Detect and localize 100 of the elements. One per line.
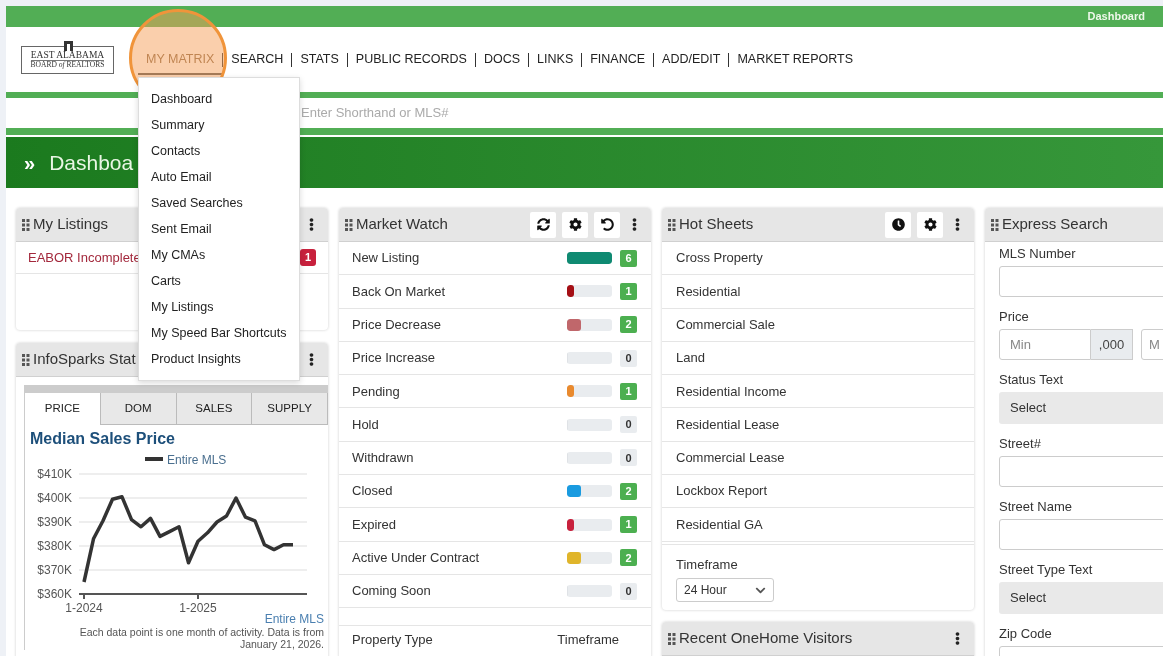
page-title: Dashboa bbox=[49, 149, 134, 176]
chart-legend: Entire MLS bbox=[145, 452, 227, 467]
market-watch-row[interactable]: Back On Market 1 bbox=[339, 275, 651, 309]
panel-title: InfoSparks Stat bbox=[33, 349, 136, 370]
market-watch-row[interactable]: Withdrawn 0 bbox=[339, 441, 651, 476]
menu-item[interactable]: Dashboard bbox=[139, 86, 299, 112]
menu-item[interactable]: Product Insights bbox=[139, 346, 299, 372]
timeframe-label: Timeframe bbox=[676, 555, 739, 574]
count-badge: 6 bbox=[620, 249, 637, 267]
menu-item[interactable]: Summary bbox=[139, 112, 299, 138]
drag-handle-icon[interactable] bbox=[22, 218, 30, 231]
market-watch-row[interactable]: Hold 0 bbox=[339, 408, 651, 442]
nav-link[interactable]: ADD/EDIT bbox=[654, 50, 729, 69]
hot-sheet-link[interactable]: Residential Lease bbox=[662, 408, 974, 442]
field-label: Street Type Text bbox=[999, 562, 1094, 578]
market-watch-row[interactable]: Coming Soon 0 bbox=[339, 574, 651, 609]
building-icon bbox=[64, 40, 73, 51]
y-axis-label: $380K bbox=[37, 539, 72, 553]
nav-link[interactable]: FINANCE bbox=[582, 50, 654, 69]
field-label: Street# bbox=[999, 436, 1042, 452]
field-label: Zip Code bbox=[999, 626, 1053, 642]
filter-label: Property Type bbox=[352, 631, 433, 650]
thousands-addon: ,000 bbox=[1091, 329, 1133, 360]
count-badge: 2 bbox=[620, 482, 637, 500]
market-watch-row[interactable]: Expired 1 bbox=[339, 508, 651, 542]
y-axis-label: $410K bbox=[37, 467, 72, 481]
settings-icon[interactable] bbox=[562, 211, 588, 238]
hot-sheet-link[interactable]: Lockbox Report bbox=[662, 475, 974, 509]
select-dropdown[interactable]: Select bbox=[999, 582, 1163, 614]
hot-sheet-link[interactable]: Commercial Sale bbox=[662, 308, 974, 342]
filter-label: Timeframe bbox=[557, 631, 619, 650]
market-watch-row[interactable]: Price Increase 0 bbox=[339, 341, 651, 376]
nav-link[interactable]: MARKET REPORTS bbox=[729, 50, 861, 69]
y-axis-label: $390K bbox=[37, 515, 72, 529]
market-watch-row[interactable]: New Listing 6 bbox=[339, 242, 651, 276]
panel-title: Hot Sheets bbox=[679, 214, 754, 235]
chart-note: Each data point is one month of activity. Data is from January 21, 2026. bbox=[78, 626, 325, 650]
nav-link[interactable]: STATS bbox=[292, 50, 347, 69]
menu-item[interactable]: My Listings bbox=[139, 294, 299, 320]
panel-title: Recent OneHome Visitors bbox=[679, 628, 853, 649]
hot-sheet-link[interactable]: Residential Income bbox=[662, 375, 974, 409]
drag-handle-icon[interactable] bbox=[22, 353, 30, 366]
count-badge: 0 bbox=[620, 349, 637, 367]
timeframe-select[interactable]: 24 Hour bbox=[676, 578, 774, 603]
nav-link[interactable]: PUBLIC RECORDS bbox=[347, 50, 475, 69]
count-badge: 0 bbox=[620, 449, 637, 467]
count-badge: 2 bbox=[620, 316, 637, 334]
y-axis-label: $360K bbox=[37, 587, 72, 601]
hot-sheet-link[interactable]: Commercial Lease bbox=[662, 441, 974, 476]
count-badge: 1 bbox=[620, 282, 637, 300]
field-label: MLS Number bbox=[999, 246, 1077, 262]
market-watch-row[interactable]: Price Decrease 2 bbox=[339, 308, 651, 342]
count-badge: 0 bbox=[620, 416, 637, 434]
drag-handle-icon[interactable] bbox=[991, 218, 999, 231]
refresh-icon[interactable] bbox=[530, 211, 556, 238]
drag-handle-icon[interactable] bbox=[668, 632, 676, 645]
menu-item[interactable]: Contacts bbox=[139, 138, 299, 164]
hot-sheet-link[interactable]: Land bbox=[662, 341, 974, 376]
chart-tab[interactable]: SUPPLY bbox=[252, 393, 328, 425]
y-axis-label: $370K bbox=[37, 563, 72, 577]
market-watch-row[interactable]: Pending 1 bbox=[339, 375, 651, 409]
market-watch-row[interactable]: Closed 2 bbox=[339, 475, 651, 509]
select-dropdown[interactable]: Select bbox=[999, 392, 1163, 424]
menu-item[interactable]: Carts bbox=[139, 268, 299, 294]
max-price-field[interactable]: M bbox=[1141, 329, 1163, 360]
clock-icon[interactable] bbox=[885, 211, 911, 238]
y-axis-label: $400K bbox=[37, 491, 72, 505]
drag-handle-icon[interactable] bbox=[668, 218, 676, 231]
listing-link[interactable]: EABOR Incomplete bbox=[28, 247, 141, 268]
undo-icon[interactable] bbox=[594, 211, 620, 238]
nav-link[interactable]: LINKS bbox=[529, 50, 582, 69]
menu-item[interactable]: My CMAs bbox=[139, 242, 299, 268]
settings-icon[interactable] bbox=[917, 211, 943, 238]
drag-handle-icon[interactable] bbox=[345, 218, 353, 231]
nav-link[interactable]: DOCS bbox=[475, 50, 529, 69]
field-label: Street Name bbox=[999, 499, 1073, 515]
count-badge: 0 bbox=[620, 582, 637, 600]
hot-sheet-link[interactable]: Residential bbox=[662, 275, 974, 309]
chevron-icon: » bbox=[24, 147, 36, 178]
menu-item[interactable]: Auto Email bbox=[139, 164, 299, 190]
min-price-field[interactable]: Min bbox=[999, 329, 1091, 360]
field-label: Status Text bbox=[999, 372, 1065, 388]
chart-tab[interactable]: DOM bbox=[100, 393, 177, 425]
x-axis-label: 1-2025 bbox=[179, 601, 217, 615]
field-label: Price bbox=[999, 309, 1030, 325]
menu-item[interactable]: Saved Searches bbox=[139, 190, 299, 216]
chart-tab[interactable]: SALES bbox=[176, 393, 253, 425]
count-badge: 1 bbox=[620, 382, 637, 400]
hot-sheet-link[interactable]: Residential GA bbox=[662, 508, 974, 542]
count-badge: 2 bbox=[620, 549, 637, 567]
source-link[interactable]: Entire MLS bbox=[264, 612, 324, 626]
nav-link[interactable]: SEARCH bbox=[223, 50, 292, 69]
speed-bar-field[interactable]: Enter Shorthand or MLS# bbox=[301, 103, 701, 123]
panel-title: Express Search bbox=[1002, 214, 1108, 235]
menu-item[interactable]: My Speed Bar Shortcuts bbox=[139, 320, 299, 346]
menu-item[interactable]: Sent Email bbox=[139, 216, 299, 242]
market-watch-row[interactable]: Active Under Contract 2 bbox=[339, 541, 651, 575]
x-axis-label: 1-2024 bbox=[65, 601, 103, 615]
hot-sheet-link[interactable]: Cross Property bbox=[662, 242, 974, 276]
panel-title: My Listings bbox=[33, 214, 109, 235]
